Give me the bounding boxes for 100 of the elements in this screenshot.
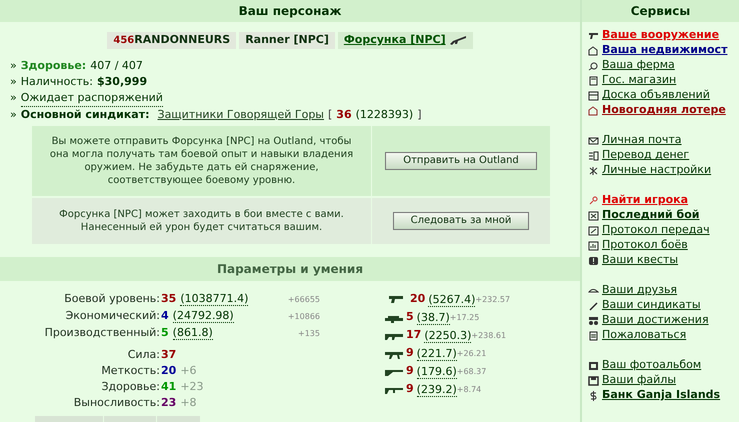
service-icon: [588, 166, 599, 176]
service-link[interactable]: Доска объявлений: [602, 87, 710, 104]
service-icon: [588, 30, 599, 40]
experience-value[interactable]: (1038771.4): [180, 292, 248, 306]
experience-value[interactable]: (861.8): [172, 326, 213, 340]
action-button[interactable]: Отправить на Outland: [385, 152, 537, 170]
service-link[interactable]: Ваши квесты: [602, 252, 678, 269]
gain-value: +68.37: [456, 366, 486, 378]
service-link[interactable]: Ваши достижения: [602, 312, 709, 329]
service-icon: [588, 390, 599, 400]
service-link[interactable]: Ваша недвижимост: [602, 42, 728, 59]
service-icon: [588, 46, 599, 56]
bullet-marker: »: [10, 106, 17, 122]
service-link[interactable]: Ваши друзья: [602, 282, 678, 299]
bullet-marker: »: [10, 90, 17, 106]
experience-value[interactable]: (239.2): [416, 382, 457, 396]
service-icon: [588, 60, 599, 70]
service-icon: [588, 226, 599, 236]
skill-value: 35: [161, 290, 176, 306]
bracket-text: ]: [417, 106, 422, 122]
service-link[interactable]: Личная почта: [602, 132, 682, 149]
status-link[interactable]: Ожидает распоряжений: [20, 90, 163, 106]
service-icon: [588, 256, 599, 266]
field-value: 407 / 407: [90, 58, 143, 74]
service-icon: [588, 196, 599, 206]
service-link[interactable]: Личные настройки: [602, 162, 712, 179]
gain-value: +238.61: [471, 330, 506, 342]
stat-bonus: +8: [180, 394, 197, 410]
gain-value: +8.74: [456, 384, 482, 396]
syndicate-level: 36: [336, 106, 352, 122]
weapon-level: 20: [410, 291, 426, 308]
stat-label: Здоровье:: [100, 378, 160, 394]
service-icon: [588, 300, 599, 310]
skill-value: 4: [161, 308, 169, 324]
service-link[interactable]: Перевод денег: [602, 147, 690, 164]
service-icon: [588, 316, 599, 326]
syndicate-link[interactable]: Защитники Говорящей Горы: [158, 106, 324, 122]
syndicate-points: (1228393): [356, 106, 414, 122]
service-link[interactable]: Найти игрока: [602, 192, 688, 209]
service-icon: [588, 330, 599, 340]
stat-value: 20: [161, 362, 176, 378]
service-link[interactable]: Ваше вооружение: [602, 27, 720, 44]
stat-label: Выносливость:: [72, 394, 160, 410]
service-link[interactable]: Ваша ферма: [602, 57, 675, 74]
bullet-marker: »: [10, 58, 17, 74]
service-link[interactable]: Банк Ganja Islands: [602, 387, 720, 404]
gain-value: +10866: [288, 310, 320, 322]
character-tab[interactable]: Форсунка [NPC]: [338, 32, 473, 48]
weapon-level: 9: [406, 363, 414, 380]
service-link[interactable]: Ваши файлы: [602, 372, 676, 389]
service-link[interactable]: Протокол боёв: [602, 237, 688, 254]
service-icon: [588, 240, 599, 250]
field-value: $30,999: [97, 74, 148, 90]
rifle-icon: [448, 34, 467, 46]
bracket-text: [: [328, 106, 332, 122]
character-tab[interactable]: Ranner [NPC]: [239, 32, 335, 48]
gain-value: +66655: [288, 294, 320, 306]
level-number: 456: [113, 34, 134, 48]
field-label: Основной синдикат:: [20, 106, 150, 122]
skill-label: Экономический:: [64, 308, 160, 324]
gain-value: +232.57: [475, 294, 510, 306]
service-link[interactable]: Пожаловаться: [602, 327, 686, 344]
service-link[interactable]: Ваш фотоальбом: [602, 357, 702, 374]
weapon-level: 5: [406, 309, 414, 326]
field-label: Наличность:: [20, 74, 93, 90]
stat-bonus: +6: [180, 362, 197, 378]
stat-label: Меткость:: [100, 362, 160, 378]
service-icon: [588, 376, 599, 386]
skill-value: 5: [161, 324, 169, 340]
panel-title: Параметры и умения: [216, 260, 364, 278]
character-tab[interactable]: 456RANDONNEURS: [107, 32, 236, 48]
weapon-level: 9: [406, 381, 414, 398]
panel-title: Ваш персонаж: [238, 3, 342, 20]
experience-value[interactable]: (38.7): [416, 310, 450, 324]
service-link[interactable]: Новогодняя лотере: [602, 102, 726, 119]
experience-value[interactable]: (2250.3): [424, 328, 472, 342]
info-text: Вы можете отправить Форсунка [NPC] на Outland, чтобы она могла получать там боевой опыт и навыки владения оружием. Не забудьте дать ей снаряжение, соответствующее боевому уровню.: [48, 134, 354, 186]
service-icon: [588, 210, 599, 220]
experience-value[interactable]: (221.7): [416, 346, 457, 360]
gain-value: +135: [298, 328, 320, 340]
skill-label: Производственный:: [44, 324, 160, 340]
stat-bonus: +23: [180, 378, 204, 394]
bullet-marker: »: [10, 74, 17, 90]
service-icon: [588, 76, 599, 86]
service-link[interactable]: Протокол передач: [602, 222, 710, 239]
service-link[interactable]: Ваши синдикаты: [602, 297, 701, 314]
service-icon: [588, 90, 599, 100]
weapon-level: 17: [406, 327, 422, 344]
service-icon: [588, 106, 599, 116]
stat-value: 41: [161, 378, 176, 394]
service-link[interactable]: Гос. магазин: [602, 72, 676, 89]
action-button[interactable]: Следовать за мной: [393, 212, 529, 230]
service-link[interactable]: Последний бой: [602, 207, 700, 224]
experience-value[interactable]: (5267.4): [428, 292, 476, 306]
stat-value: 37: [161, 346, 176, 362]
experience-value[interactable]: (24792.98): [172, 308, 234, 322]
stat-value: 23: [161, 394, 176, 410]
field-label: Здоровье:: [20, 58, 86, 74]
experience-value[interactable]: (179.6): [416, 364, 457, 378]
panel-title: Сервисы: [630, 3, 690, 20]
